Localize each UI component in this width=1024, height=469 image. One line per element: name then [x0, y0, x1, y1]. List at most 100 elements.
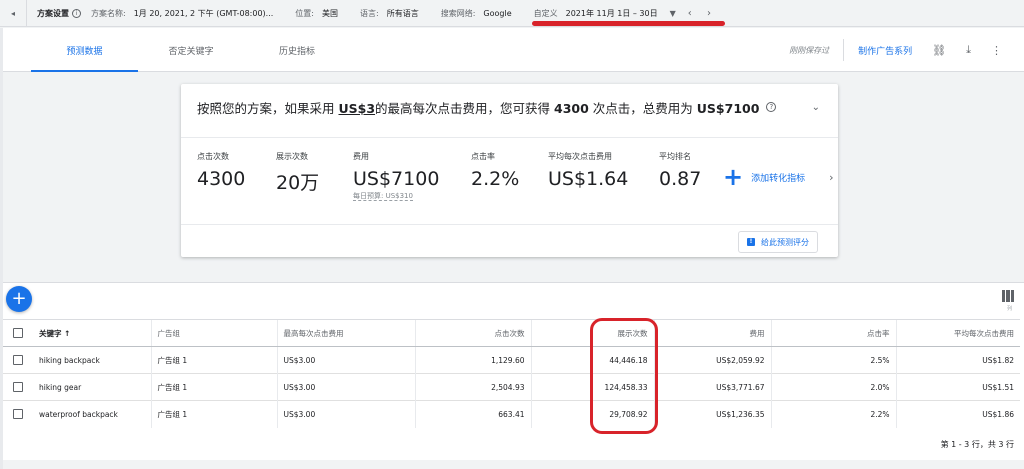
- header-actions: 刚刚保存过 制作广告系列 ⛓ ⤓ ⋮: [789, 28, 1024, 72]
- date-range-type[interactable]: 自定义: [534, 8, 558, 19]
- divider: [181, 224, 838, 225]
- cell-ctr: 2.0%: [770, 373, 896, 401]
- metric-avg-cpc: 平均每次点击费用 US$1.64: [548, 151, 628, 190]
- bottom-band: [3, 460, 1024, 469]
- help-icon[interactable]: ?: [766, 102, 777, 112]
- language-filter[interactable]: 语言: 所有语言: [360, 8, 419, 19]
- location-filter[interactable]: 位置: 美国: [295, 8, 338, 19]
- daily-budget[interactable]: 每日预算: US$310: [353, 191, 439, 201]
- col-ad-group[interactable]: 广告组: [150, 319, 277, 347]
- tab-negative-keywords[interactable]: 否定关键字: [147, 28, 235, 72]
- cell-ctr: 2.5%: [770, 346, 896, 374]
- table-row[interactable]: hiking gear 广告组 1 US$3.00 2,504.93 124,4…: [3, 373, 1020, 401]
- more-vert-icon[interactable]: ⋮: [991, 44, 1002, 57]
- collapse-left-icon[interactable]: ◂: [0, 0, 26, 26]
- col-clicks[interactable]: 点击次数: [414, 319, 531, 347]
- date-range-value[interactable]: 2021年 11月 1日 – 30日: [566, 8, 658, 19]
- col-cost[interactable]: 费用: [653, 319, 771, 347]
- metric-label: 点击率: [471, 152, 495, 161]
- metric-value: US$1.64: [548, 168, 629, 190]
- cell-keyword[interactable]: hiking gear: [33, 373, 151, 401]
- cell-impressions: 124,458.33: [530, 373, 654, 401]
- tab-label: 历史指标: [278, 46, 315, 57]
- cell-keyword[interactable]: hiking backpack: [33, 346, 151, 374]
- plan-name-label: 方案名称:: [91, 8, 126, 18]
- rate-forecast-button[interactable]: ! 给此预测评分: [738, 231, 818, 253]
- headline-text: 的最高每次点击费用，您可获得: [375, 101, 555, 116]
- cell-cost: US$3,771.67: [653, 373, 771, 401]
- cell-impressions: 44,446.18: [530, 346, 654, 374]
- cell-avg-cpc: US$1.86: [895, 400, 1020, 428]
- cell-ctr: 2.2%: [770, 400, 896, 428]
- checkbox-icon: [13, 328, 23, 338]
- checkbox-icon: [13, 409, 23, 420]
- divider: [26, 0, 27, 27]
- row-checkbox[interactable]: [3, 346, 33, 374]
- col-avg-cpc[interactable]: 平均每次点击费用: [895, 319, 1020, 347]
- tab-header: 预测数据 否定关键字 历史指标 刚刚保存过 制作广告系列 ⛓ ⤓ ⋮: [3, 28, 1024, 72]
- row-checkbox[interactable]: [3, 400, 33, 428]
- cell-cost: US$1,236.35: [653, 400, 771, 428]
- add-keyword-button[interactable]: +: [6, 286, 32, 312]
- col-ctr[interactable]: 点击率: [770, 319, 896, 347]
- cell-max-cpc[interactable]: US$3.00: [276, 346, 415, 374]
- cell-cost: US$2,059.92: [653, 346, 771, 374]
- headline-text: 按照您的方案，如果采用: [197, 101, 339, 116]
- plan-name-value: 1月 20, 2021, 2 下午 (GMT-08:00)...: [133, 8, 274, 18]
- daily-budget-text: 每日预算: US$310: [353, 192, 413, 201]
- row-checkbox[interactable]: [3, 373, 33, 401]
- info-icon[interactable]: i: [72, 8, 81, 18]
- plan-settings-title: 方案设置: [37, 8, 69, 18]
- unlink-icon[interactable]: ⛓: [932, 44, 946, 57]
- col-keyword[interactable]: 关键字 ↑: [33, 319, 151, 347]
- metric-value: US$7100: [353, 168, 440, 190]
- settings-bar: ◂ 方案设置 i 方案名称: 1月 20, 2021, 2 下午 (GMT-08…: [0, 0, 1024, 27]
- headline-cost: US$7100: [696, 101, 760, 116]
- add-conversion-label: 添加转化指标: [751, 173, 806, 184]
- cell-impressions: 29,708.92: [530, 400, 654, 428]
- max-cpc-link[interactable]: US$3: [338, 101, 375, 116]
- metric-ctr: 点击率 2.2%: [471, 151, 519, 190]
- metric-avg-position: 平均排名 0.87: [659, 151, 701, 190]
- headline-clicks: 4300: [554, 101, 589, 116]
- metric-clicks: 点击次数 4300: [197, 151, 245, 190]
- plan-name-filter[interactable]: 方案名称: 1月 20, 2021, 2 下午 (GMT-08:00)...: [91, 8, 273, 19]
- col-impressions[interactable]: 展示次数: [530, 319, 654, 347]
- metric-label: 平均排名: [659, 152, 691, 161]
- plan-settings[interactable]: 方案设置 i: [37, 8, 81, 19]
- network-filter[interactable]: 搜索网络: Google: [441, 8, 512, 19]
- cell-ad-group[interactable]: 广告组 1: [150, 346, 277, 374]
- tab-historical-metrics[interactable]: 历史指标: [255, 28, 339, 72]
- tab-label: 预测数据: [66, 46, 103, 57]
- create-campaign-button[interactable]: 制作广告系列: [858, 44, 912, 57]
- dropdown-arrow-icon[interactable]: ▼: [670, 9, 676, 18]
- headline-text: 次点击，总费用为: [588, 101, 697, 116]
- pagination-status: 第 1 - 3 行，共 3 行: [940, 440, 1014, 449]
- cell-clicks: 663.41: [414, 400, 531, 428]
- cell-max-cpc[interactable]: US$3.00: [276, 400, 415, 428]
- annotation-underline: [532, 21, 725, 26]
- chevron-right-icon[interactable]: ›: [829, 171, 833, 184]
- select-all-checkbox[interactable]: [3, 319, 33, 347]
- chevron-down-icon[interactable]: ⌄: [812, 102, 820, 113]
- add-conversion-metrics-button[interactable]: + 添加转化指标 ›: [723, 165, 834, 189]
- checkbox-icon: [13, 355, 23, 365]
- feedback-icon: !: [747, 238, 755, 246]
- date-prev-next-icon[interactable]: ‹ ›: [688, 8, 717, 19]
- cell-max-cpc[interactable]: US$3.00: [276, 373, 415, 401]
- col-max-cpc[interactable]: 最高每次点击费用: [276, 319, 415, 347]
- forecast-summary-card: 按照您的方案，如果采用 US$3的最高每次点击费用，您可获得 4300 次点击，…: [181, 84, 838, 257]
- cell-avg-cpc: US$1.51: [895, 373, 1020, 401]
- table-row[interactable]: hiking backpack 广告组 1 US$3.00 1,129.60 4…: [3, 346, 1020, 374]
- columns-icon[interactable]: [1002, 290, 1014, 302]
- metric-label: 点击次数: [197, 152, 229, 161]
- cell-ad-group[interactable]: 广告组 1: [150, 373, 277, 401]
- table-row[interactable]: waterproof backpack 广告组 1 US$3.00 663.41…: [3, 400, 1020, 428]
- cell-ad-group[interactable]: 广告组 1: [150, 400, 277, 428]
- cell-clicks: 1,129.60: [414, 346, 531, 374]
- cell-keyword[interactable]: waterproof backpack: [33, 400, 151, 428]
- network-value: Google: [483, 8, 512, 18]
- saved-status: 刚刚保存过: [789, 45, 830, 55]
- tab-forecast[interactable]: 预测数据: [31, 28, 138, 72]
- download-icon[interactable]: ⤓: [966, 43, 971, 57]
